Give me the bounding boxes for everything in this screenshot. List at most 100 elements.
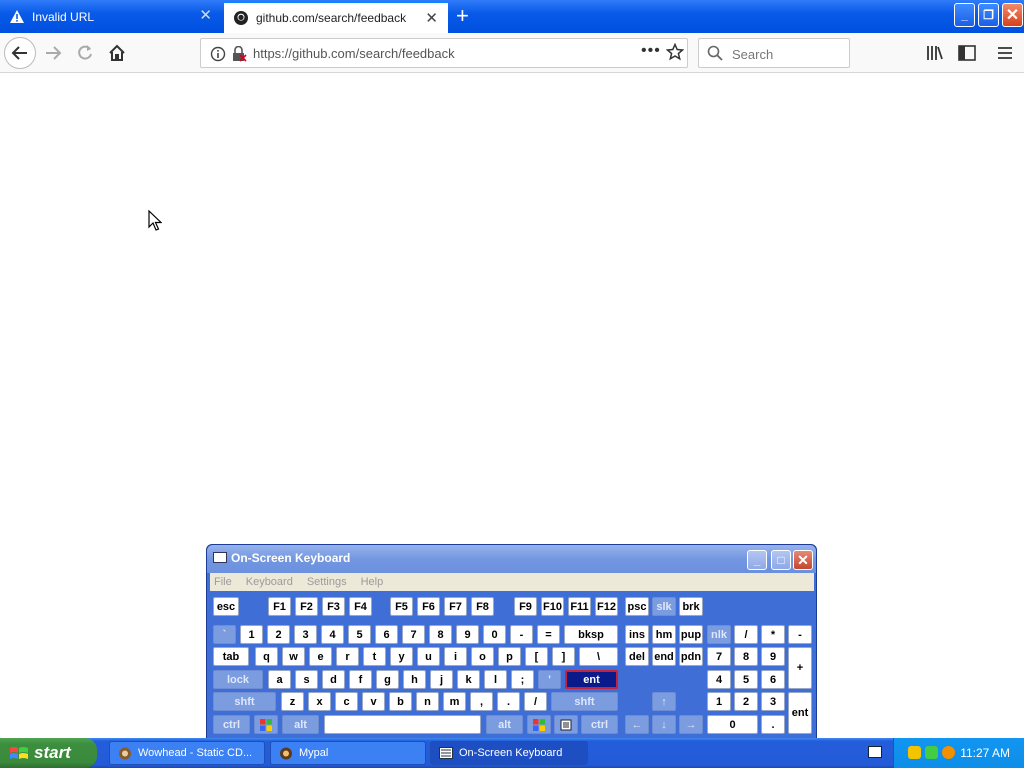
- key-v[interactable]: v: [362, 692, 385, 711]
- key-y[interactable]: y: [390, 647, 413, 666]
- key-e[interactable]: e: [309, 647, 332, 666]
- key-8[interactable]: 8: [429, 625, 452, 644]
- key-p[interactable]: p: [498, 647, 521, 666]
- key-j[interactable]: j: [430, 670, 453, 689]
- key-right-ctrl[interactable]: ctrl: [581, 715, 618, 734]
- hamburger-menu-icon[interactable]: [990, 38, 1020, 68]
- search-tray-icon[interactable]: [942, 746, 955, 759]
- key-num-decimal[interactable]: .: [761, 715, 785, 734]
- key-t[interactable]: t: [363, 647, 386, 666]
- key-num-9[interactable]: 9: [761, 647, 785, 666]
- key-r[interactable]: r: [336, 647, 359, 666]
- key-left-shift[interactable]: shft: [213, 692, 276, 711]
- key-f[interactable]: f: [349, 670, 372, 689]
- key-7[interactable]: 7: [402, 625, 425, 644]
- key-right-bracket[interactable]: ]: [552, 647, 575, 666]
- key-left-ctrl[interactable]: ctrl: [213, 715, 250, 734]
- key-num-3[interactable]: 3: [761, 692, 785, 711]
- key-minus[interactable]: -: [510, 625, 533, 644]
- key-0[interactable]: 0: [483, 625, 506, 644]
- key-period[interactable]: .: [497, 692, 520, 711]
- taskbar-item-on-screen-keyboard[interactable]: On-Screen Keyboard: [430, 741, 588, 765]
- forward-button[interactable]: [38, 38, 68, 68]
- windows-logo-icon[interactable]: [254, 715, 278, 734]
- key-f12[interactable]: F12: [595, 597, 618, 616]
- sidebar-toggle-icon[interactable]: [952, 38, 982, 68]
- key-num-0[interactable]: 0: [707, 715, 758, 734]
- key-d[interactable]: d: [322, 670, 345, 689]
- taskbar-item-wowhead[interactable]: Wowhead - Static CD...: [109, 741, 265, 765]
- bookmark-star-icon[interactable]: [665, 42, 685, 64]
- key-i[interactable]: i: [444, 647, 467, 666]
- search-input[interactable]: Search: [698, 38, 850, 68]
- key-l[interactable]: l: [484, 670, 507, 689]
- key-left-alt[interactable]: alt: [282, 715, 319, 734]
- key-o[interactable]: o: [471, 647, 494, 666]
- key-k[interactable]: k: [457, 670, 480, 689]
- key-tab[interactable]: tab: [213, 647, 249, 666]
- home-button[interactable]: [102, 38, 132, 68]
- info-icon[interactable]: [210, 46, 226, 65]
- key-num-1[interactable]: 1: [707, 692, 731, 711]
- key-num-multiply[interactable]: *: [761, 625, 785, 644]
- key-c[interactable]: c: [335, 692, 358, 711]
- key-semicolon[interactable]: ;: [511, 670, 534, 689]
- key-4[interactable]: 4: [321, 625, 344, 644]
- windows-logo-icon[interactable]: [527, 715, 551, 734]
- key-f5[interactable]: F5: [390, 597, 413, 616]
- arrow-up-icon[interactable]: ↑: [652, 692, 676, 711]
- key-page-up[interactable]: pup: [679, 625, 703, 644]
- language-bar-icon[interactable]: [868, 746, 882, 758]
- library-icon[interactable]: [920, 38, 950, 68]
- start-button[interactable]: start: [0, 738, 97, 768]
- page-actions-menu-icon[interactable]: •••: [641, 42, 661, 60]
- key-psc[interactable]: psc: [625, 597, 649, 616]
- key-x[interactable]: x: [308, 692, 331, 711]
- osk-maximize-button[interactable]: □: [771, 550, 791, 570]
- key-slk[interactable]: slk: [652, 597, 676, 616]
- tab-github-search[interactable]: github.com/search/feedback ✕: [224, 1, 448, 33]
- key-5[interactable]: 5: [348, 625, 371, 644]
- key-1[interactable]: 1: [240, 625, 263, 644]
- osk-menu-help[interactable]: Help: [361, 576, 384, 588]
- key-backtick[interactable]: `: [213, 625, 236, 644]
- key-slash[interactable]: /: [524, 692, 547, 711]
- context-menu-key-icon[interactable]: [554, 715, 578, 734]
- key-num-4[interactable]: 4: [707, 670, 731, 689]
- key-num-5[interactable]: 5: [734, 670, 758, 689]
- osk-minimize-button[interactable]: _: [747, 550, 767, 570]
- security-shield-icon[interactable]: [908, 746, 921, 759]
- arrow-right-icon[interactable]: →: [679, 715, 703, 734]
- key-equals[interactable]: =: [537, 625, 560, 644]
- minimize-window-button[interactable]: _: [954, 3, 975, 27]
- key-num-plus[interactable]: +: [788, 647, 812, 689]
- key-comma[interactable]: ,: [470, 692, 493, 711]
- osk-menu-file[interactable]: File: [214, 576, 232, 588]
- key-page-down[interactable]: pdn: [679, 647, 703, 666]
- address-bar[interactable]: https://github.com/search/feedback •••: [200, 38, 688, 68]
- key-num-7[interactable]: 7: [707, 647, 731, 666]
- key-num-enter[interactable]: ent: [788, 692, 812, 734]
- key-f7[interactable]: F7: [444, 597, 467, 616]
- key-w[interactable]: w: [282, 647, 305, 666]
- key-num-minus[interactable]: -: [788, 625, 812, 644]
- key-b[interactable]: b: [389, 692, 412, 711]
- new-tab-button[interactable]: +: [456, 4, 469, 28]
- key-quote[interactable]: ': [538, 670, 561, 689]
- key-f11[interactable]: F11: [568, 597, 591, 616]
- key-num-lock[interactable]: nlk: [707, 625, 731, 644]
- arrow-left-icon[interactable]: ←: [625, 715, 649, 734]
- close-tab-icon[interactable]: ✕: [199, 8, 212, 23]
- key-num-2[interactable]: 2: [734, 692, 758, 711]
- key-f4[interactable]: F4: [349, 597, 372, 616]
- key-right-alt[interactable]: alt: [486, 715, 523, 734]
- key-u[interactable]: u: [417, 647, 440, 666]
- key-f9[interactable]: F9: [514, 597, 537, 616]
- key-num-8[interactable]: 8: [734, 647, 758, 666]
- restore-window-button[interactable]: ❐: [978, 3, 999, 27]
- key-delete[interactable]: del: [625, 647, 649, 666]
- key-caps-lock[interactable]: lock: [213, 670, 263, 689]
- osk-close-button[interactable]: ✕: [793, 550, 813, 570]
- key-g[interactable]: g: [376, 670, 399, 689]
- key-a[interactable]: a: [268, 670, 291, 689]
